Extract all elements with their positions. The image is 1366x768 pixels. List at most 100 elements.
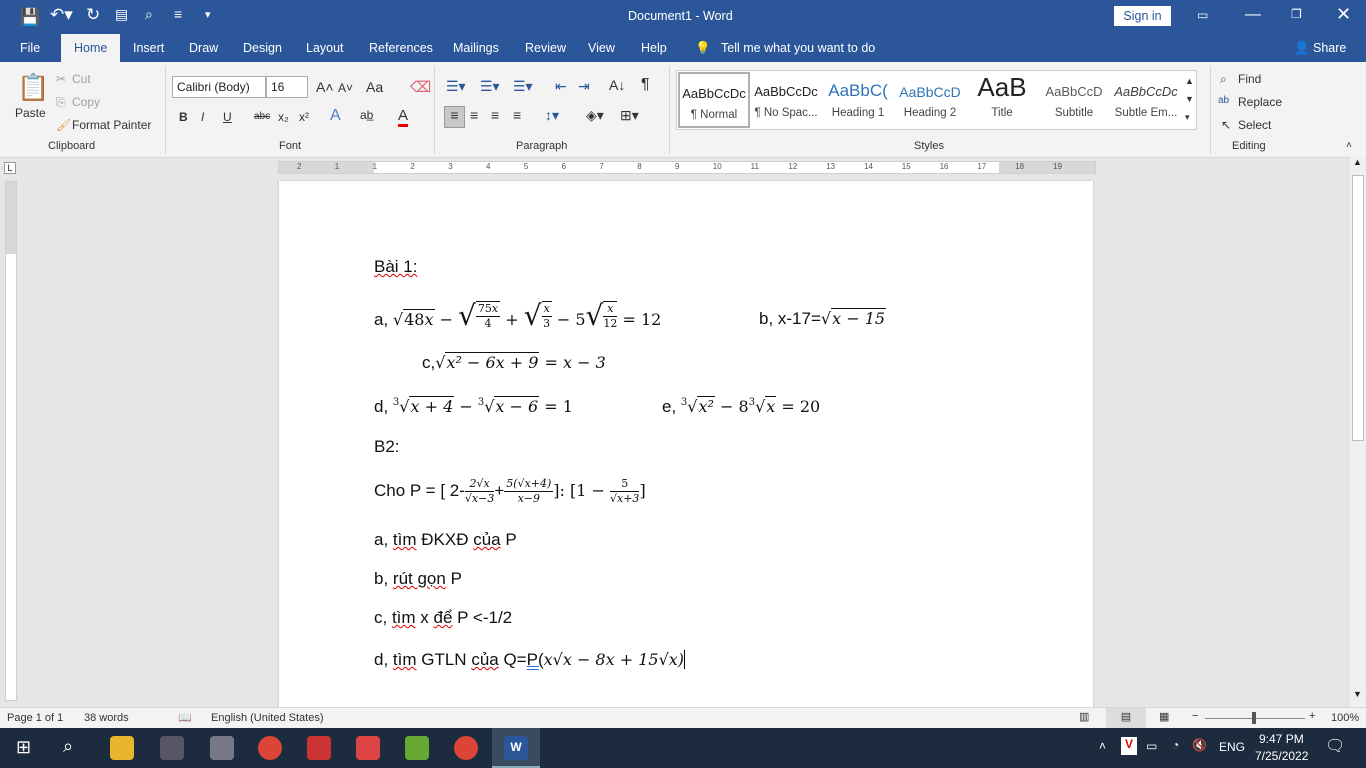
scroll-down-icon[interactable]: ▼ [1353,689,1362,699]
superscript-button[interactable]: x² [299,110,309,124]
chrome-profile-icon[interactable] [454,736,478,760]
styles-scroll-buttons[interactable]: ▲ ▼ ▾ [1185,72,1194,126]
select-button[interactable]: Select [1238,118,1271,132]
increase-indent-icon[interactable]: ⇥ [578,78,590,95]
tab-references[interactable]: References [369,41,433,55]
sort-icon[interactable]: A↓ [609,77,625,93]
tab-file[interactable]: File [20,41,40,55]
sign-in-button[interactable]: Sign in [1114,6,1171,26]
change-case-button[interactable]: Aa [366,79,383,95]
numbering-icon[interactable]: ☰▾ [480,78,500,95]
page-count[interactable]: Page 1 of 1 [7,712,63,724]
underline-button[interactable]: U [223,110,232,124]
select-icon[interactable]: ↖ [1221,118,1231,132]
strikethrough-button[interactable]: abc [254,111,270,122]
save-icon[interactable]: 💾 [20,7,40,27]
align-center-button[interactable]: ≡ [470,107,478,123]
clock-date[interactable]: 7/25/2022 [1255,749,1308,763]
subscript-button[interactable]: x₂ [278,110,289,124]
style-subtle-emphasis[interactable]: AaBbCcDc Subtle Em... [1110,72,1182,128]
notifications-icon[interactable]: 🗨 [1325,736,1345,756]
cut-button[interactable]: Cut [72,72,91,86]
vertical-ruler[interactable] [5,181,17,701]
minimize-button[interactable]: — [1245,6,1261,24]
windows-start-icon[interactable]: ⊞ [16,737,31,758]
wifi-icon[interactable]: ◔ [1172,738,1179,752]
align-right-button[interactable]: ≡ [491,107,499,123]
show-hidden-icons[interactable]: ˄ [1099,739,1106,753]
find-icon[interactable]: ⌕ [1220,72,1227,87]
grow-font-icon[interactable]: A˄ [316,79,334,95]
restore-button[interactable]: ❐ [1291,7,1302,21]
multilevel-list-icon[interactable]: ☰▾ [513,78,533,95]
language[interactable]: English (United States) [211,712,324,724]
camera-icon[interactable] [160,736,184,760]
show-formatting-icon[interactable]: ¶ [641,76,650,94]
justify-button[interactable]: ≡ [513,107,521,123]
borders-icon[interactable]: ⊞▾ [620,107,639,124]
chrome-icon[interactable] [258,736,282,760]
proofing-icon[interactable]: 📖 [178,711,192,724]
style-heading-1[interactable]: AaBbC(Heading 1 [822,72,894,128]
scroll-up-icon[interactable]: ▲ [1353,157,1362,167]
share-button[interactable]: Share [1313,41,1346,55]
document-page[interactable]: Bài 1: a, √48x − √ 75x 4 + √ x 3 − 5 √ x 12 = 1… [279,181,1093,707]
shading-icon[interactable]: ◈▾ [586,107,604,124]
input-language[interactable]: ENG [1219,740,1245,754]
italic-button[interactable]: I [201,110,204,124]
paint-icon[interactable] [356,736,380,760]
tab-help[interactable]: Help [641,41,667,55]
print-layout-icon[interactable]: ▤ [1106,708,1146,728]
tab-view[interactable]: View [588,41,615,55]
tab-insert[interactable]: Insert [133,41,164,55]
clear-formatting-icon[interactable]: ⌫ [410,78,431,96]
zoom-out-button[interactable]: − [1192,710,1198,722]
tab-selector[interactable]: L [4,162,16,174]
shrink-font-icon[interactable]: A˅ [338,81,353,95]
zoom-preview-icon[interactable]: ⌕ [145,6,153,23]
microphone-app-icon[interactable] [210,736,234,760]
align-left-button[interactable]: ≡ [444,106,465,128]
tab-home[interactable]: Home [61,34,121,62]
close-button[interactable]: ✕ [1336,4,1351,25]
tab-layout[interactable]: Layout [306,41,344,55]
volume-muted-icon[interactable]: 🔇 [1192,738,1207,752]
style-title[interactable]: AaB Title [966,72,1038,128]
find-button[interactable]: Find [1238,72,1261,86]
print-preview-icon[interactable]: ▤ [115,6,128,23]
web-layout-icon[interactable]: ▦ [1159,710,1169,723]
style-heading-2[interactable]: AaBbCcD Heading 2 [894,72,966,128]
clock-time[interactable]: 9:47 PM [1259,732,1304,746]
tab-review[interactable]: Review [525,41,566,55]
format-painter-button[interactable]: Format Painter [72,118,151,132]
redo-icon[interactable]: ↻ [86,5,100,25]
scroll-thumb[interactable] [1352,175,1364,441]
style-subtitle[interactable]: AaBbCcD Subtitle [1038,72,1110,128]
decrease-indent-icon[interactable]: ⇤ [555,78,567,95]
horizontal-ruler[interactable]: 2 1 1 2 3 4 5 6 7 8 9 10 11 12 13 14 15 16 17 18 19 [278,161,1096,174]
bullets-icon[interactable]: ☰▾ [446,78,466,95]
style-normal[interactable]: AaBbCcDc ¶ Normal [678,72,750,128]
zoom-level[interactable]: 100% [1331,712,1359,724]
paste-icon[interactable]: 📋 [17,72,49,103]
file-explorer-icon[interactable] [110,736,134,760]
vertical-scrollbar[interactable]: ▲ ▼ [1350,157,1366,707]
line-spacing-icon[interactable]: ↕▾ [545,107,559,124]
app-bird-icon[interactable] [405,736,429,760]
zoom-in-button[interactable]: + [1309,710,1315,722]
antivirus-icon[interactable]: V [1121,737,1137,755]
customize-toolbar-icon[interactable]: ▾ [205,8,211,21]
share-icon[interactable]: 👤 [1294,41,1310,56]
word-taskbar-button[interactable]: W [492,728,540,768]
collapse-ribbon-icon[interactable]: ˄ [1346,140,1352,151]
paragraph-mark-icon[interactable]: ≡ [174,6,182,22]
tab-draw[interactable]: Draw [189,41,218,55]
text-effects-icon[interactable]: A [330,107,341,125]
tell-me-search[interactable]: Tell me what you want to do [721,41,875,55]
font-color-icon[interactable]: A [398,107,409,127]
battery-icon[interactable]: ▭ [1146,739,1157,753]
paste-button[interactable]: Paste [15,106,46,120]
app-icon[interactable] [307,736,331,760]
read-mode-icon[interactable]: ▥ [1079,710,1089,723]
copy-icon[interactable]: ⎘ [56,95,66,110]
